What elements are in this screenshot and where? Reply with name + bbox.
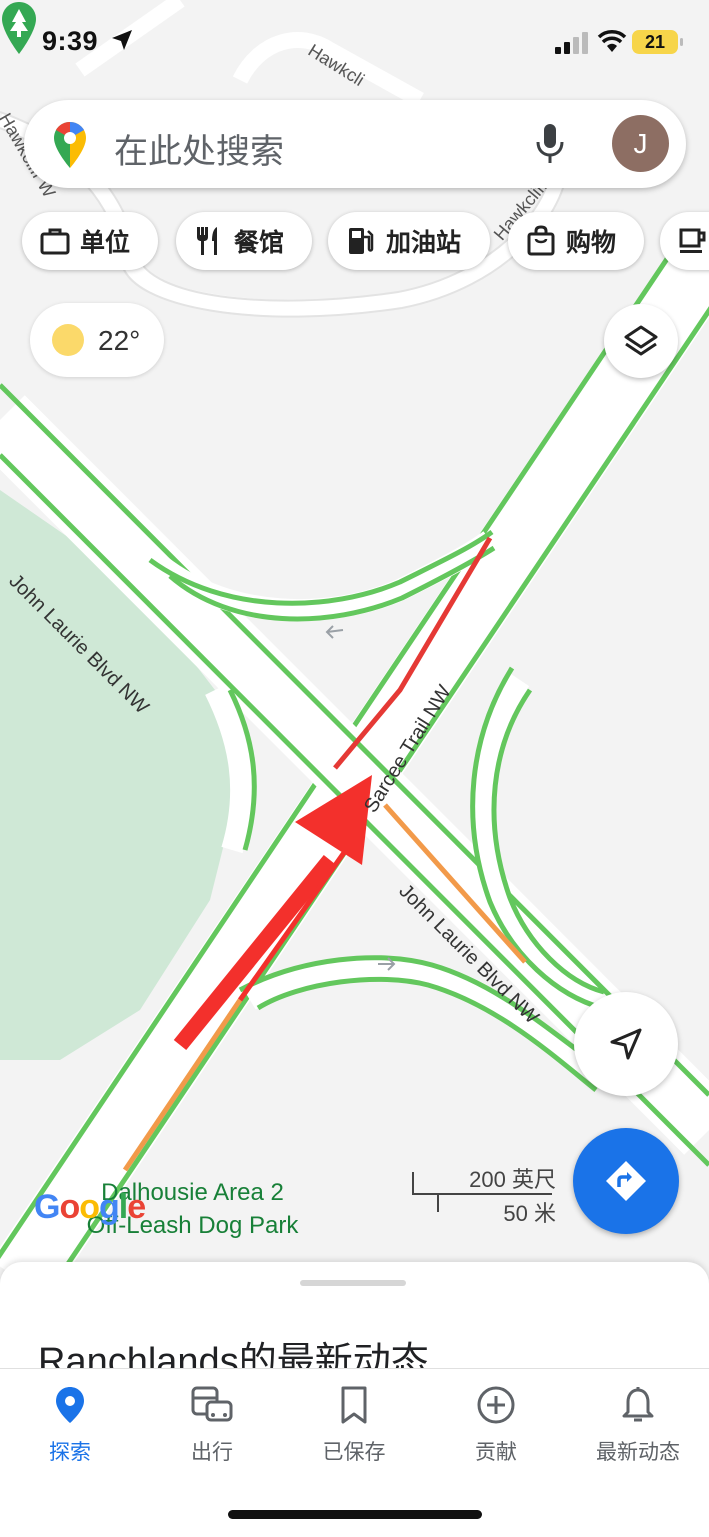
briefcase-icon [40,228,70,255]
coffee-icon [679,228,706,253]
navigation-arrow-icon [610,1028,642,1060]
tab-label: 出行 [191,1441,233,1464]
status-bar: 9:39 21 [0,0,709,90]
chip-restaurants[interactable]: 餐馆 [176,212,312,270]
restaurant-icon [197,227,217,255]
layers-button[interactable] [604,304,678,378]
wifi-icon [597,30,627,52]
directions-icon [606,1161,646,1201]
tab-updates[interactable]: 最新动态 [568,1385,708,1466]
tab-contribute[interactable]: 贡献 [426,1385,566,1466]
location-services-icon [112,30,132,50]
sheet-drag-handle[interactable] [300,1280,406,1286]
tab-saved[interactable]: 已保存 [284,1385,424,1466]
tab-label: 探索 [49,1441,91,1464]
tab-label: 贡献 [475,1441,517,1464]
scale-feet: 200 英尺 [469,1167,556,1192]
scale-meters: 50 米 [503,1201,556,1226]
chip-shopping[interactable]: 购物 [508,212,644,270]
add-circle-icon [477,1386,515,1424]
google-logo: Google [34,1188,146,1226]
clock: 9:39 [42,26,99,56]
weather-chip[interactable]: 22° [30,303,164,377]
account-avatar[interactable]: J [612,115,669,172]
sheet-title: Ranchlands的最新动态 [38,1341,429,1372]
shopping-bag-icon [527,225,555,256]
chip-label: 购物 [566,229,617,257]
my-location-button[interactable] [574,992,678,1096]
directions-button[interactable] [573,1128,679,1234]
sun-icon [52,324,84,356]
temperature: 22° [98,325,141,356]
gas-station-icon [349,228,374,254]
explore-pin-icon [56,1387,84,1423]
chip-label: 加油站 [386,229,462,257]
commute-icon [191,1386,233,1422]
chip-work[interactable]: 单位 [22,212,158,270]
tab-label: 已保存 [322,1441,386,1464]
battery-indicator: 21 [632,30,683,54]
bookmark-icon [341,1386,367,1424]
layers-icon [624,325,658,356]
chip-label: 餐馆 [234,229,285,257]
chip-gas-stations[interactable]: 加油站 [328,212,490,270]
cellular-signal-icon [555,32,588,54]
tab-explore[interactable]: 探索 [0,1385,140,1466]
search-bar[interactable]: 在此处搜索 J [24,100,686,188]
bell-icon [622,1387,654,1422]
tab-commute[interactable]: 出行 [142,1385,282,1466]
chip-coffee[interactable] [660,212,709,270]
chip-label: 单位 [80,229,131,257]
map-scale: 200 英尺 50 米 [412,1160,562,1226]
category-chips: 单位 餐馆 加油站 购物 [22,212,709,272]
microphone-icon[interactable] [534,122,566,166]
home-indicator [228,1510,482,1519]
tab-label: 最新动态 [596,1441,680,1464]
google-maps-pin-icon [54,122,86,168]
search-input[interactable]: 在此处搜索 [114,124,284,173]
